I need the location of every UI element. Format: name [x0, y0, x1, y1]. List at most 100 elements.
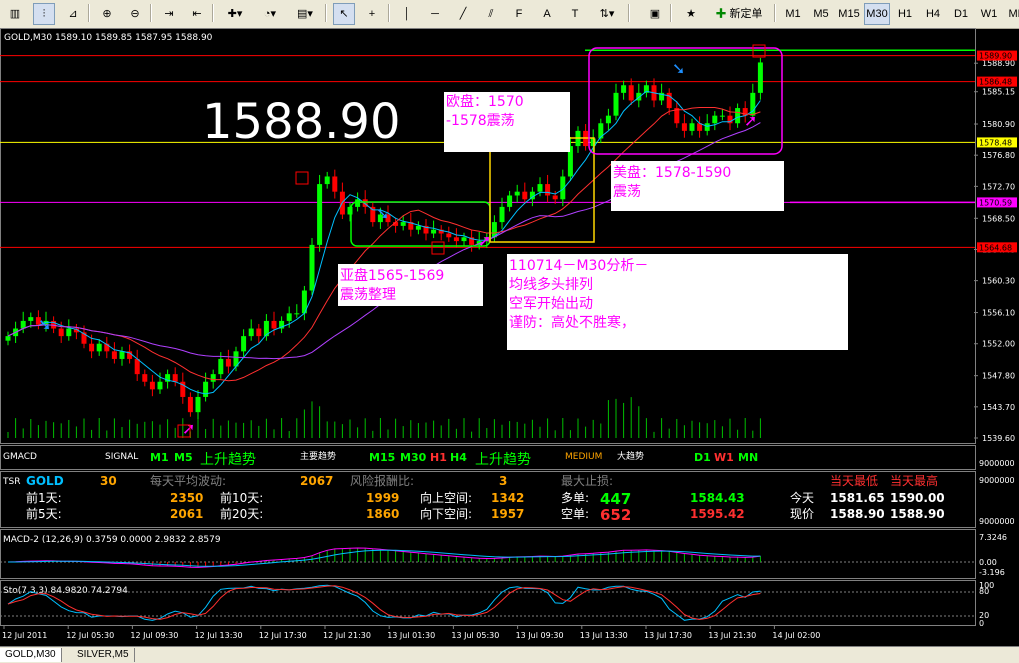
svg-text:TSR: TSR	[2, 477, 20, 487]
price-tick-label: 1543.70	[982, 403, 1015, 412]
candle-body	[149, 381, 155, 390]
time-tick-label: 13 Jul 09:30	[516, 631, 564, 640]
candle-body	[605, 115, 611, 124]
arrows-icon[interactable]: ⇅▾	[592, 3, 622, 25]
period-w1[interactable]: W1	[976, 3, 1002, 25]
navigator-icon[interactable]: ▣	[644, 3, 666, 25]
level-tag-label: 1578.48	[979, 138, 1012, 147]
candle-body	[324, 176, 330, 185]
svg-text:前10天:: 前10天:	[220, 490, 263, 505]
toolbar: ▥ ⫶ ⊿ ⊕ ⊖ ⇥ ⇤ ✚▾ ◔▾ ▤▾ ↖ + │ ─ ╱ ⫽ F A T…	[0, 0, 1019, 29]
period-m15[interactable]: M15	[836, 3, 862, 25]
svg-text:空单:: 空单:	[561, 507, 589, 521]
svg-text:前20天:: 前20天:	[220, 506, 263, 521]
trendline-icon[interactable]: ╱	[452, 3, 474, 25]
svg-text:1588.90: 1588.90	[890, 507, 945, 521]
period-m1[interactable]: M1	[780, 3, 806, 25]
candle-body	[628, 85, 634, 101]
tsr-panel: TSR GOLD 30 每天平均波动: 2067 风险报酬比: 3 最大止损: …	[2, 473, 1015, 526]
price-tick-label: 1560.30	[982, 277, 1015, 286]
svg-text:7.3246: 7.3246	[979, 533, 1007, 542]
svg-text:652: 652	[600, 506, 631, 524]
period-mn[interactable]: MN	[1004, 3, 1019, 25]
zoom-in-icon[interactable]: ⊕	[96, 3, 118, 25]
fibonacci-icon[interactable]: F	[508, 3, 530, 25]
europe-annotation: 欧盘：1570 -1578震荡	[444, 92, 570, 152]
svg-text:M15: M15	[369, 451, 395, 464]
period-m5[interactable]: M5	[808, 3, 834, 25]
crosshair-icon[interactable]: +	[361, 3, 383, 25]
svg-text:GMACD: GMACD	[3, 452, 37, 462]
price-tick-label: 1580.90	[982, 120, 1015, 129]
chart-shift-icon[interactable]: ⇤	[186, 3, 208, 25]
price-tick-label: 1552.00	[982, 340, 1015, 349]
candle-body	[294, 313, 300, 315]
price-tick-label: 1568.50	[982, 214, 1015, 223]
svg-text:2067: 2067	[300, 474, 333, 488]
candle-body	[119, 351, 125, 359]
svg-text:1595.42: 1595.42	[690, 507, 745, 521]
fractal-marker	[431, 241, 445, 255]
arrow-down-icon: ➘	[376, 204, 389, 223]
candle-body	[195, 396, 201, 413]
candle-body	[415, 225, 421, 230]
chart-area[interactable]: 1588.90 1585.15 1580.90 1576.80 1572.70 1568.…	[0, 28, 1019, 646]
candle-body	[507, 195, 513, 207]
time-tick-label: 13 Jul 05:30	[451, 631, 499, 640]
candle-body	[431, 229, 437, 234]
svg-text:H1: H1	[430, 451, 447, 464]
line-chart-icon[interactable]: ▥	[4, 3, 26, 25]
candle-chart-icon[interactable]: ⊿	[62, 3, 84, 25]
period-h1[interactable]: H1	[892, 3, 918, 25]
new-order-label: 新定单	[729, 8, 763, 20]
candle-body	[58, 328, 64, 337]
templates-icon[interactable]: ▤▾	[290, 3, 320, 25]
level-tag-label: 1570.59	[979, 198, 1012, 207]
arrow-up-icon: ➚	[744, 111, 757, 130]
svg-text:当天最高: 当天最高	[890, 473, 938, 488]
svg-text:D1: D1	[694, 451, 711, 464]
big-price: 1588.90	[202, 94, 401, 150]
svg-text:1999: 1999	[366, 491, 399, 505]
text-icon[interactable]: A	[536, 3, 558, 25]
label-icon[interactable]: T	[564, 3, 586, 25]
bar-chart-icon[interactable]: ⫶	[33, 3, 55, 25]
period-h4[interactable]: H4	[920, 3, 946, 25]
cursor-icon[interactable]: ↖	[333, 3, 355, 25]
periods-icon[interactable]: ◔▾	[255, 3, 285, 25]
indicators-icon[interactable]: ✚▾	[220, 3, 250, 25]
svg-text:前5天:: 前5天:	[26, 506, 62, 521]
svg-text:W1: W1	[714, 451, 734, 464]
arrow-down-icon: ➘	[672, 59, 685, 78]
candle-body	[704, 123, 710, 131]
expert-icon[interactable]: ★	[678, 3, 704, 25]
zoom-out-icon[interactable]: ⊖	[124, 3, 146, 25]
horizontal-line-icon[interactable]: ─	[424, 3, 446, 25]
svg-text:9000000: 9000000	[979, 517, 1015, 526]
candle-body	[172, 374, 178, 382]
svg-text:当天最低: 当天最低	[830, 474, 878, 488]
new-order-button[interactable]: ✚ 新定单	[708, 3, 770, 25]
svg-text:主要趋势: 主要趋势	[300, 450, 336, 462]
svg-text:空军开始出动: 空军开始出动	[509, 296, 593, 312]
vertical-line-icon[interactable]: │	[396, 3, 418, 25]
channel-icon[interactable]: ⫽	[480, 3, 502, 25]
level-tag-label: 1564.68	[979, 243, 1012, 252]
candle-body	[613, 92, 619, 116]
candle-body	[89, 343, 95, 352]
tab-gold-m30[interactable]: GOLD,M30	[0, 648, 62, 662]
candle-body	[461, 237, 467, 242]
svg-text:9000000: 9000000	[979, 476, 1015, 485]
period-d1[interactable]: D1	[948, 3, 974, 25]
time-tick-label: 13 Jul 21:30	[708, 631, 756, 640]
period-m30[interactable]: M30	[864, 3, 890, 25]
svg-text:M30: M30	[400, 451, 427, 464]
price-tick-label: 1576.80	[982, 151, 1015, 160]
autoscroll-icon[interactable]: ⇥	[158, 3, 180, 25]
candle-body	[537, 184, 543, 192]
candle-body	[689, 123, 695, 131]
tab-silver-m5[interactable]: SILVER,M5	[72, 648, 135, 662]
time-tick-label: 12 Jul 17:30	[259, 631, 307, 640]
candle-body	[286, 313, 292, 321]
svg-text:1957: 1957	[491, 507, 524, 521]
